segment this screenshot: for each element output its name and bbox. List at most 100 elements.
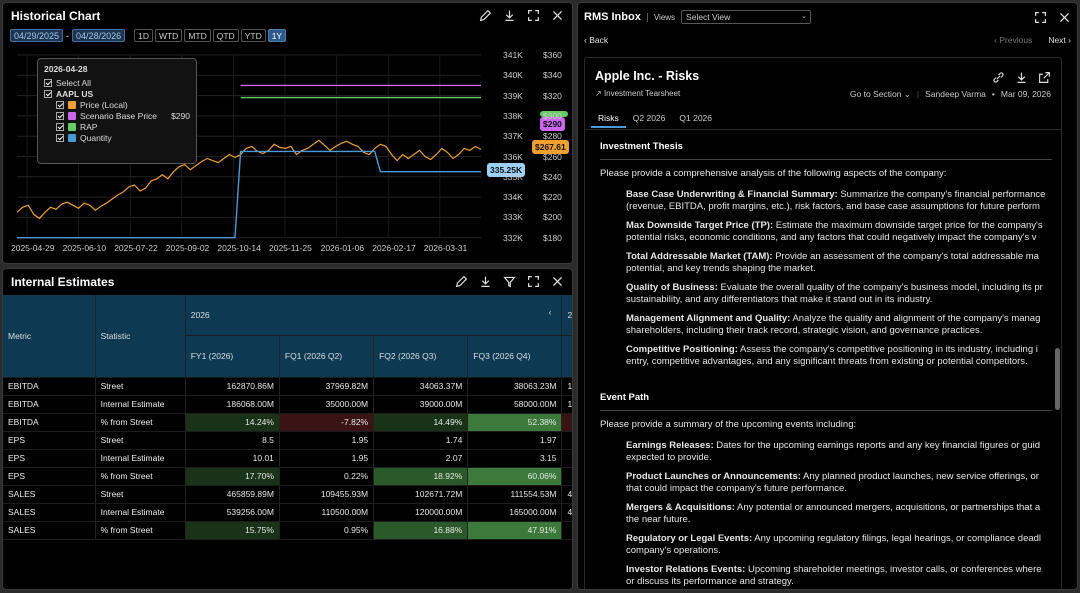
value-cell-cut: 4 — [561, 485, 572, 504]
item-text: Any potential or announced mergers, acqu… — [734, 502, 1041, 513]
back-button[interactable]: ‹ Back — [584, 35, 608, 45]
expand-icon[interactable] — [526, 274, 540, 288]
legend-ticker[interactable]: AAPL US — [44, 88, 190, 99]
period-header[interactable]: FQ3 (2026 Q4) — [467, 335, 562, 378]
statistic-cell: Internal Estimate — [94, 449, 186, 468]
item-text: Upcoming shareholder meetings, investor … — [745, 564, 1042, 575]
rms-inbox-panel: RMS Inbox Views Select View ⌄ ‹ Back ‹ Pr… — [577, 2, 1078, 590]
item-text: Estimate the maximum downside target pri… — [773, 220, 1043, 231]
value-cell: 58000.00M — [467, 395, 562, 414]
trend-icon: ↗ — [595, 89, 602, 98]
legend-item[interactable]: Price (Local) — [44, 99, 190, 110]
item-title: Mergers & Acquisitions: — [626, 502, 735, 513]
metric-cell: EBITDA — [3, 413, 96, 432]
range-button-1y[interactable]: 1Y — [267, 29, 287, 42]
value-cell: 539256.00M — [184, 503, 280, 522]
checkbox-icon — [44, 78, 52, 87]
item-text-cont: expected to provide. — [626, 451, 712, 463]
scrollbar[interactable] — [1055, 348, 1060, 410]
price-axis-tick: $360 — [543, 50, 562, 60]
panel-title: Historical Chart — [11, 9, 101, 23]
metric-cell: SALES — [3, 485, 96, 504]
value-cell: 14.49% — [373, 413, 468, 432]
price-axis-tick: $320 — [543, 90, 562, 101]
legend-item[interactable]: Quantity — [44, 132, 190, 143]
range-button-qtd[interactable]: QTD — [212, 29, 239, 42]
item-text-cont: entry, competitive advantages, and any s… — [626, 355, 1028, 367]
item-title: Investor Relations Events: — [626, 564, 746, 575]
range-button-wtd[interactable]: WTD — [154, 29, 183, 42]
date-from-input[interactable]: 04/29/2025 — [10, 29, 64, 42]
price-axis-tick: $300 — [543, 110, 562, 121]
item-title: Max Downside Target Price (TP): — [626, 220, 774, 231]
table-row: SALES% from Street 15.75% 0.95% 16.88% 47.91… — [3, 521, 572, 540]
list-item: Investor Relations Events: Upcoming shar… — [626, 564, 1052, 587]
qty-axis-tick: 335K — [503, 171, 523, 182]
value-cell: 39000.00M — [373, 395, 468, 414]
expand-icon[interactable] — [1033, 10, 1047, 24]
download-icon[interactable] — [1014, 70, 1028, 84]
section-intro: Please provide a summary of the upcoming… — [600, 418, 857, 430]
chevron-left-icon[interactable]: ‹ — [549, 307, 552, 317]
metric-cell: EPS — [3, 467, 96, 486]
price-axis-tick: $280 — [543, 131, 562, 142]
close-icon[interactable] — [550, 8, 564, 22]
filter-icon[interactable] — [502, 274, 516, 288]
edit-icon[interactable] — [454, 274, 468, 288]
range-button-mtd[interactable]: MTD — [184, 29, 211, 42]
value-cell: 0.95% — [278, 521, 374, 540]
legend-item[interactable]: Scenario Base Price $290 — [44, 110, 190, 121]
download-icon[interactable] — [502, 8, 516, 22]
range-button-1d[interactable]: 1D — [134, 29, 153, 42]
tab-q1-2026[interactable]: Q1 2026 — [672, 110, 719, 128]
value-cell: 35000.00M — [278, 395, 374, 414]
list-item: Product Launches or Announcements: Any p… — [626, 471, 1052, 494]
edit-icon[interactable] — [478, 8, 492, 22]
date-to-input[interactable]: 04/28/2026 — [72, 29, 126, 42]
close-icon[interactable] — [550, 274, 564, 288]
go-to-section-button[interactable]: Go to Section ⌄ — [850, 89, 911, 100]
period-header[interactable]: FQ1 (2026 Q2) — [278, 335, 374, 378]
range-button-ytd[interactable]: YTD — [240, 29, 266, 42]
link-icon[interactable] — [991, 70, 1005, 84]
legend-item[interactable]: RAP — [44, 121, 190, 132]
price-axis-tick: $260 — [543, 151, 562, 162]
statistic-cell: Street — [94, 377, 186, 396]
legend-select-all[interactable]: Select All — [44, 77, 190, 88]
value-cell-cut — [561, 449, 572, 468]
value-cell: 37969.82M — [278, 377, 374, 396]
checkbox-icon — [44, 89, 52, 98]
item-text-cont: the near future. — [626, 513, 691, 525]
tab-q2-2026[interactable]: Q2 2026 — [626, 110, 673, 128]
divider — [585, 129, 1061, 130]
item-text: Any planned product launches, new servic… — [800, 471, 1039, 482]
document-content: Investment Thesis Please provide a compre… — [600, 136, 1052, 589]
col-metric[interactable]: Metric — [3, 295, 96, 378]
view-select[interactable]: Select View ⌄ — [681, 10, 812, 24]
previous-button[interactable]: ‹ Previous — [994, 35, 1032, 45]
tab-risks[interactable]: Risks — [591, 110, 626, 128]
value-cell: 109455.93M — [278, 485, 374, 504]
panel-title: Internal Estimates — [11, 275, 115, 289]
estimates-table: Metric Statistic 2026‹ 2027 FY1 (2026)FQ… — [3, 295, 572, 540]
open-external-icon[interactable] — [1037, 70, 1051, 84]
close-icon[interactable] — [1057, 10, 1071, 24]
download-icon[interactable] — [478, 274, 492, 288]
divider: | — [916, 89, 920, 99]
price-axis-tick: $340 — [543, 70, 562, 81]
item-title: Regulatory or Legal Events: — [626, 533, 753, 544]
table-row: EPS Street 8.5 1.95 1.74 1.97 — [3, 431, 572, 450]
period-header[interactable]: FQ2 (2026 Q3) — [373, 335, 468, 378]
value-cell: 2.07 — [373, 449, 468, 468]
qty-axis-tick: 332K — [503, 232, 523, 243]
document-title: Apple Inc. - Risks — [595, 69, 700, 83]
col-statistic[interactable]: Statistic — [94, 295, 186, 378]
x-axis-tick: 2025-09-02 — [165, 243, 210, 253]
expand-icon[interactable] — [526, 8, 540, 22]
period-header[interactable]: FY1 (2026) — [184, 335, 280, 378]
section-heading: Investment Thesis — [600, 136, 1052, 160]
next-button[interactable]: Next › — [1048, 35, 1071, 45]
value-cell: 16.88% — [373, 521, 468, 540]
item-text: Evaluate the overall quality of the comp… — [717, 282, 1043, 293]
table-row: EBITDA Street 162870.86M 37969.82M 34063.37M… — [3, 377, 572, 396]
